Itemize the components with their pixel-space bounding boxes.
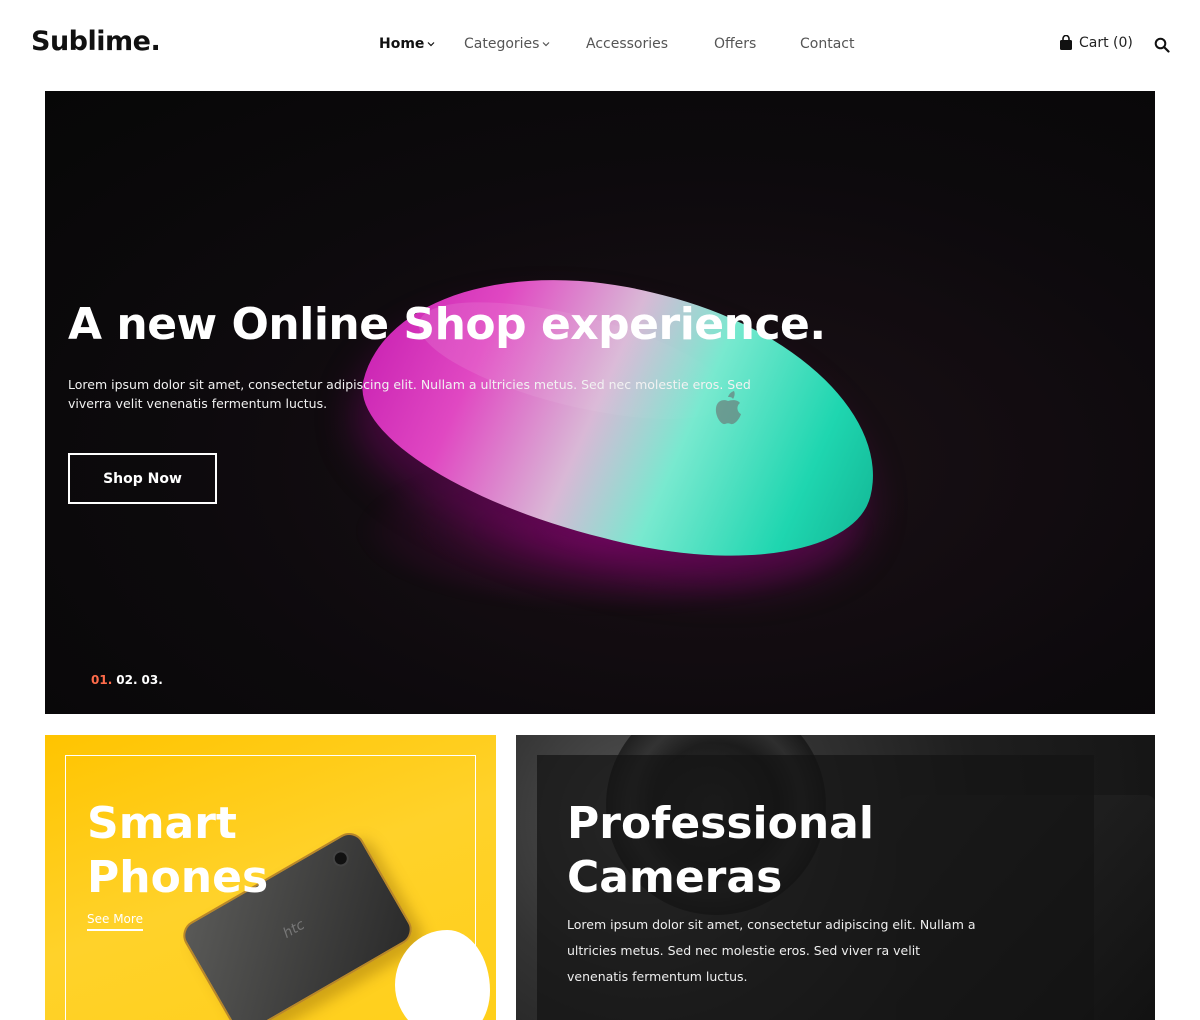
chevron-down-icon bbox=[543, 42, 550, 47]
nav-item-offers[interactable]: Offers bbox=[714, 36, 756, 52]
cart-label: Cart (0) bbox=[1079, 35, 1133, 51]
promo-description: Lorem ipsum dolor sit amet, consectetur … bbox=[567, 917, 976, 984]
nav-item-accessories[interactable]: Accessories bbox=[586, 36, 668, 52]
search-icon[interactable] bbox=[1154, 37, 1170, 53]
nav-item-label: Offers bbox=[714, 36, 757, 52]
slide-pager: 01. 02. 03. bbox=[91, 673, 163, 687]
site-logo[interactable]: Sublime. bbox=[31, 26, 161, 57]
promo-title: Professional Cameras bbox=[567, 797, 874, 905]
site-header: Sublime. Home Categories Accessories Off… bbox=[0, 0, 1200, 90]
chevron-down-icon bbox=[427, 42, 435, 47]
promo-card-professional-cameras[interactable]: Professional Cameras Lorem ipsum dolor s… bbox=[516, 735, 1155, 1020]
hero-title: A new Online Shop experience. bbox=[68, 299, 826, 350]
nav-item-contact[interactable]: Contact bbox=[800, 36, 854, 52]
phone-camera bbox=[329, 847, 352, 870]
promo-title-line1: Professional bbox=[567, 798, 874, 849]
promo-title: Smart Phones bbox=[87, 797, 268, 905]
shop-now-button[interactable]: Shop Now bbox=[68, 453, 217, 504]
promo-card-smart-phones[interactable]: htc Smart Phones See More bbox=[45, 735, 496, 1020]
hero-description: Lorem ipsum dolor sit amet, consectetur … bbox=[68, 377, 751, 411]
slide-indicator-1[interactable]: 01. bbox=[91, 673, 112, 687]
promo-title-line2: Phones bbox=[87, 852, 269, 903]
nav-item-label: Contact bbox=[800, 36, 855, 52]
cart-button[interactable]: Cart (0) bbox=[1059, 35, 1133, 51]
nav-item-home[interactable]: Home bbox=[379, 36, 435, 52]
nav-item-label: Categories bbox=[464, 36, 540, 52]
nav-item-label: Accessories bbox=[586, 36, 669, 52]
nav-item-label: Home bbox=[379, 36, 425, 52]
slide-indicator-3[interactable]: 03. bbox=[142, 673, 163, 687]
shopping-bag-icon bbox=[1060, 35, 1072, 50]
slide-indicator-2[interactable]: 02. bbox=[116, 673, 137, 687]
hero-banner: A new Online Shop experience. Lorem ipsu… bbox=[45, 91, 1155, 714]
see-more-link[interactable]: See More bbox=[87, 912, 143, 931]
promo-title-line2: Cameras bbox=[567, 852, 783, 903]
phone-brand-text: htc bbox=[280, 916, 308, 942]
promo-title-line1: Smart bbox=[87, 798, 237, 849]
nav-item-categories[interactable]: Categories bbox=[464, 36, 550, 52]
